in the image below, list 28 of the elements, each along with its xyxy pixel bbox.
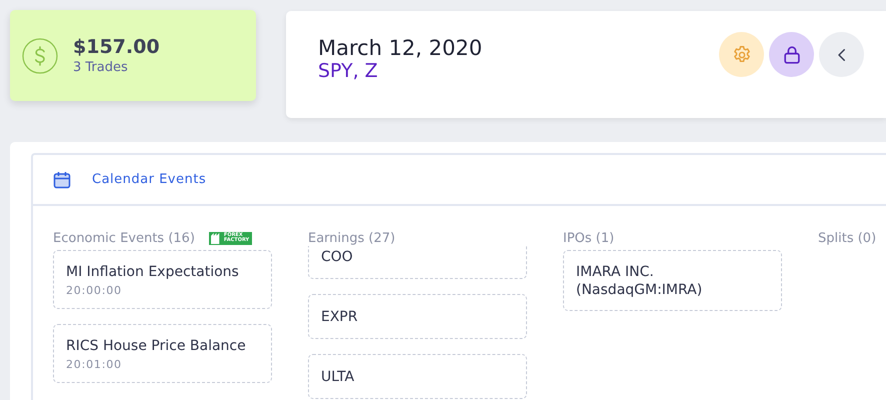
back-button[interactable] [819,32,864,77]
event-title: COO [321,248,354,266]
column-heading: Splits (0) [818,230,876,246]
settings-button[interactable] [719,32,764,77]
event-title: IMARA INC. (NasdaqGM:IMRA) [576,263,704,299]
event-title: MI Inflation Expectations [66,263,240,281]
event-card[interactable]: MI Inflation Expectations 20:00:00 [53,250,272,309]
event-time: 20:00:00 [66,284,123,297]
event-card[interactable]: IMARA INC. (NasdaqGM:IMRA) [563,250,782,311]
event-card[interactable]: EXPR [308,294,527,339]
calendar-icon [53,170,71,188]
symbol-list: SPY, Z [318,60,482,82]
column-heading: IPOs (1) [563,230,614,246]
event-card[interactable]: RICS House Price Balance 20:01:00 [53,324,272,383]
column-heading: Economic Events (16) [53,230,195,246]
column-heading: Earnings (27) [308,230,396,246]
trade-count: 3 Trades [73,60,129,75]
event-card[interactable]: ULTA [308,354,527,399]
event-card[interactable]: COO [308,246,527,279]
event-title: RICS House Price Balance [66,337,247,355]
calendar-title[interactable]: Calendar Events [92,172,206,187]
event-title: ULTA [321,368,356,386]
total-amount: $157.00 [73,36,160,58]
event-title: EXPR [321,308,359,326]
date-title: March 12, 2020 [318,36,482,60]
dollar-icon [22,38,58,74]
event-time: 20:01:00 [66,358,123,371]
lock-button[interactable] [769,32,814,77]
